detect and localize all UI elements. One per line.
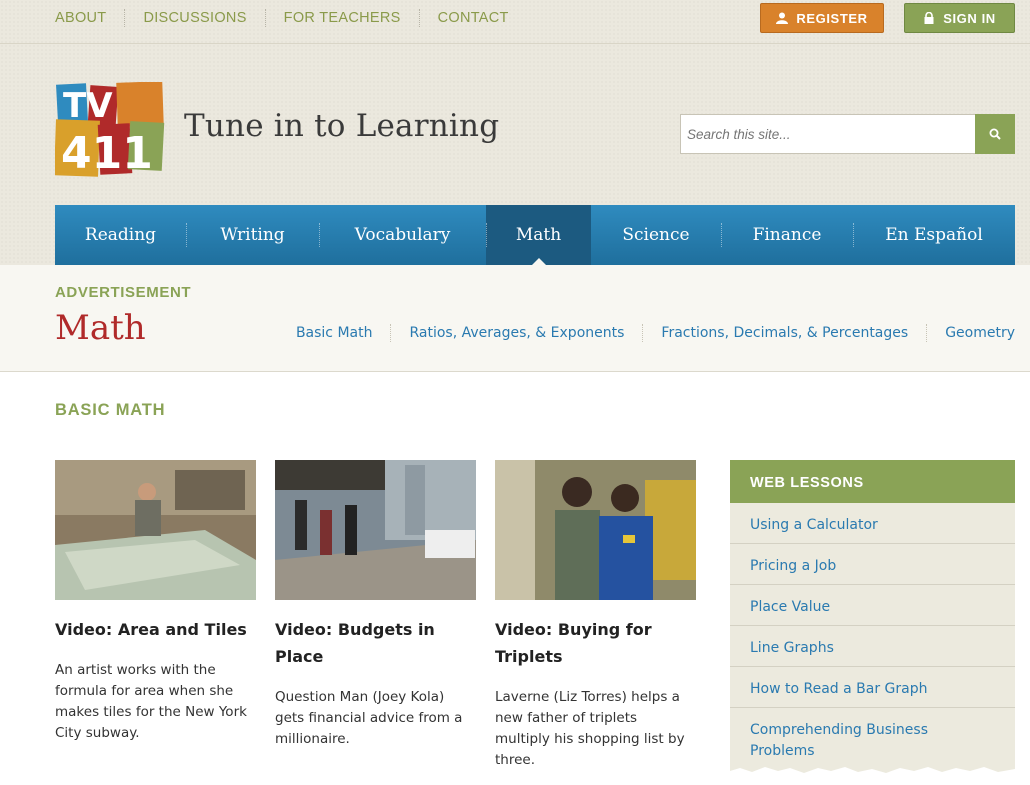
user-icon xyxy=(776,12,789,24)
contact-link[interactable]: CONTACT xyxy=(420,9,527,27)
torn-paper-edge xyxy=(730,767,1015,785)
search-input[interactable] xyxy=(680,114,975,154)
video-description: An artist works with the formula for are… xyxy=(55,662,247,741)
video-card: Video: Area and Tiles An artist works wi… xyxy=(55,460,256,744)
site-title: Tune in to Learning xyxy=(184,108,500,144)
sign-in-label: SIGN IN xyxy=(943,10,996,26)
discussions-link[interactable]: DISCUSSIONS xyxy=(125,9,266,27)
section-title: Math xyxy=(55,308,146,348)
lesson-link[interactable]: How to Read a Bar Graph xyxy=(730,667,1015,708)
lesson-link[interactable]: Place Value xyxy=(730,585,1015,626)
lock-icon xyxy=(924,12,934,24)
utility-bar: ABOUT DISCUSSIONS FOR TEACHERS CONTACT R… xyxy=(0,0,1030,44)
video-title[interactable]: Video: Budgets in Place xyxy=(275,616,476,670)
nav-reading[interactable]: Reading xyxy=(55,205,186,265)
web-lessons-panel: WEB LESSONS Using a Calculator Pricing a… xyxy=(730,460,1015,778)
video-card: Video: Budgets in Place Question Man (Jo… xyxy=(275,460,476,750)
about-link[interactable]: ABOUT xyxy=(37,9,126,27)
sub-navigation: Basic Math Ratios, Averages, & Exponents… xyxy=(278,324,1015,342)
main-navigation: Reading Writing Vocabulary Math Science … xyxy=(55,205,1015,265)
for-teachers-link[interactable]: FOR TEACHERS xyxy=(266,9,420,27)
video-card: Video: Buying for Triplets Laverne (Liz … xyxy=(495,460,696,771)
sign-in-button[interactable]: SIGN IN xyxy=(904,3,1015,33)
video-description: Laverne (Liz Torres) helps a new father … xyxy=(495,689,685,768)
lesson-link[interactable]: Comprehending Business Problems xyxy=(730,708,1015,762)
content-heading: BASIC MATH xyxy=(55,401,166,419)
nav-en-espanol[interactable]: En Español xyxy=(853,205,1015,265)
search-button[interactable] xyxy=(975,114,1015,154)
subnav-geometry[interactable]: Geometry xyxy=(926,324,1015,342)
web-lessons-heading: WEB LESSONS xyxy=(730,460,1015,503)
lesson-link[interactable]: Pricing a Job xyxy=(730,544,1015,585)
utility-links: ABOUT DISCUSSIONS FOR TEACHERS CONTACT xyxy=(37,9,527,27)
subnav-fractions[interactable]: Fractions, Decimals, & Percentages xyxy=(642,324,926,342)
register-button[interactable]: REGISTER xyxy=(760,3,884,33)
lesson-link[interactable]: Using a Calculator xyxy=(730,503,1015,544)
tv411-logo[interactable]: TV 411 xyxy=(54,81,167,179)
video-description: Question Man (Joey Kola) gets financial … xyxy=(275,689,463,747)
svg-text:411: 411 xyxy=(61,128,153,178)
nav-writing[interactable]: Writing xyxy=(186,205,319,265)
search-icon xyxy=(989,128,1001,140)
nav-science[interactable]: Science xyxy=(591,205,721,265)
nav-finance[interactable]: Finance xyxy=(721,205,853,265)
advertisement-label: ADVERTISEMENT xyxy=(55,284,192,301)
video-title[interactable]: Video: Area and Tiles xyxy=(55,616,256,643)
nav-math[interactable]: Math xyxy=(486,205,591,265)
subnav-ratios[interactable]: Ratios, Averages, & Exponents xyxy=(390,324,642,342)
video-thumbnail[interactable] xyxy=(55,460,256,600)
tv411-logo-icon: TV 411 xyxy=(54,81,165,179)
svg-text:TV: TV xyxy=(63,86,113,126)
video-title[interactable]: Video: Buying for Triplets xyxy=(495,616,696,670)
video-thumbnail[interactable] xyxy=(495,460,696,600)
lesson-link[interactable]: Line Graphs xyxy=(730,626,1015,667)
video-thumbnail[interactable] xyxy=(275,460,476,600)
nav-vocabulary[interactable]: Vocabulary xyxy=(319,205,486,265)
subnav-basic-math[interactable]: Basic Math xyxy=(278,324,391,342)
register-label: REGISTER xyxy=(796,10,868,26)
section-header xyxy=(0,265,1030,372)
